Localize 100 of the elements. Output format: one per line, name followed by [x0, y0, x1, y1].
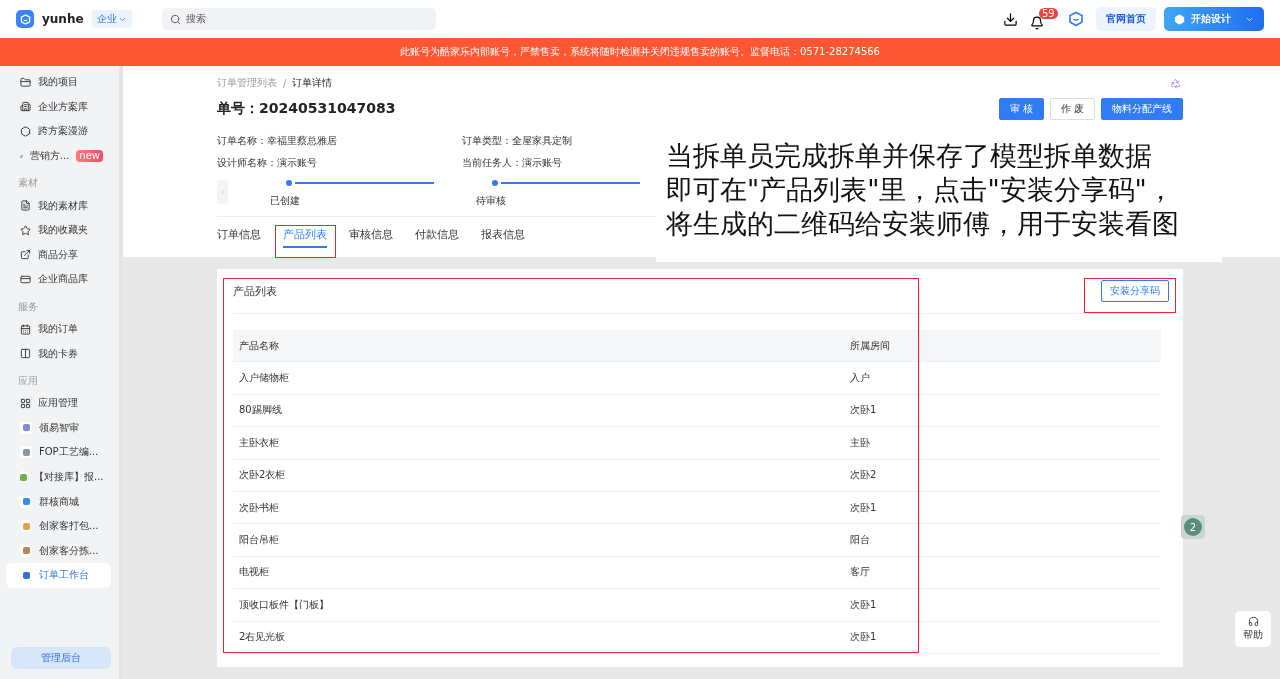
search-field[interactable]: 搜索: [161, 8, 436, 30]
step-label: 已创建: [270, 194, 300, 208]
table-cell-text: 客厅: [849, 565, 871, 580]
notification-count: 59: [1039, 8, 1058, 19]
share-code-button[interactable]: 安装分享码: [1101, 280, 1169, 302]
tab[interactable]: 订单信息: [217, 227, 261, 248]
help-button[interactable]: 帮助: [1235, 611, 1271, 647]
admin-button[interactable]: 管理后台: [11, 647, 111, 669]
tab[interactable]: 报表信息: [481, 227, 525, 248]
table-cell-text: 80踢脚线: [238, 403, 283, 418]
sidebar-item[interactable]: 商品分享: [6, 242, 111, 268]
nav-icon: [20, 273, 31, 285]
section-title: 服务: [17, 299, 39, 314]
headset-icon: [1247, 616, 1259, 627]
sidebar-item[interactable]: 我的项目: [6, 70, 111, 95]
breadcrumb-link[interactable]: 订单详情: [292, 76, 333, 90]
table-cell-text: 入户: [849, 371, 871, 386]
highlight-frame: [275, 225, 336, 258]
step-dot: [492, 180, 498, 186]
brand-name: yunhe: [42, 12, 84, 26]
org-switch[interactable]: 企业: [91, 10, 132, 28]
tab[interactable]: 审核信息: [349, 227, 393, 248]
sidebar-item[interactable]: 我的素材库: [6, 193, 111, 218]
app-icon: [20, 495, 32, 508]
sidebar-item[interactable]: 应用管理: [6, 390, 111, 416]
logo-icon: [16, 10, 34, 28]
table-cell-text: 主卧: [849, 435, 871, 450]
table-cell-text: 次卧2衣柜: [238, 468, 287, 483]
homepage-link[interactable]: 官网首页: [1096, 7, 1156, 31]
breadcrumb-separator: /: [283, 77, 287, 89]
callout-line: 将生成的二维码给安装师傅，用于安装看图: [666, 207, 1180, 241]
table-cell-text: 阳台: [849, 533, 871, 548]
table-cell-text: 顶收口板件【门板】: [238, 597, 330, 612]
column-header: 所属房间: [849, 338, 891, 353]
search-icon: [169, 13, 181, 25]
start-design-button[interactable]: 开始设计: [1164, 7, 1264, 31]
sidebar-item[interactable]: 群核商城: [6, 489, 111, 514]
nav-icon: [20, 323, 31, 335]
callout-line: 当拆单员完成拆单并保存了模型拆单数据: [666, 139, 1153, 173]
info-field: 设计师名称：演示账号: [217, 156, 317, 170]
sidebar-item[interactable]: 订单工作台: [6, 563, 111, 588]
table-cell-text: 主卧衣柜: [238, 435, 280, 450]
app-icon: [20, 569, 32, 582]
sidebar-item[interactable]: FOP工艺编...: [6, 440, 111, 465]
step-dot: [286, 180, 292, 186]
table-cell-text: 次卧1: [849, 630, 878, 645]
tab[interactable]: 付款信息: [415, 227, 459, 248]
table-cell-text: 入户储物柜: [238, 371, 290, 386]
callout-line: 即可在"产品列表"里，点击"安装分享码"，: [666, 173, 1175, 207]
nav-icon: [20, 126, 31, 137]
sidebar-item[interactable]: 创家客分拣...: [6, 538, 111, 564]
tab[interactable]: 产品列表: [283, 227, 327, 248]
sidebar-item[interactable]: 我的收藏夹: [6, 217, 111, 243]
nav-icon: [20, 397, 31, 409]
action-button[interactable]: 审 核: [998, 98, 1044, 120]
table-cell-text: 次卧书柜: [238, 500, 280, 515]
table-cell-text: 电视柜: [238, 565, 270, 580]
warning-banner: 此账号为酷家乐内部账号，严禁售卖，系统将随时检测并关闭违规售卖的账号。监督电话：0571-28274566: [0, 38, 1280, 66]
action-button[interactable]: 作 废: [1049, 98, 1095, 120]
app-icon: [20, 520, 32, 533]
app-icon: [20, 471, 27, 483]
app-icon: [20, 421, 32, 434]
info-field: 订单类型：全屋家具定制: [462, 134, 572, 148]
order-number: 单号：20240531047083: [217, 100, 396, 118]
table-cell-text: 2右见光板: [238, 630, 287, 645]
nav-icon: [20, 200, 31, 212]
nav-icon: [20, 76, 31, 88]
table-cell-text: 次卧1: [849, 500, 878, 515]
section-title: 素材: [17, 176, 39, 191]
sidebar-item[interactable]: 我的卡券: [6, 341, 111, 366]
sidebar-item[interactable]: 营销方... new: [6, 143, 111, 169]
shield-icon[interactable]: [1068, 11, 1084, 27]
floating-badge[interactable]: 2: [1181, 515, 1205, 539]
nav-icon: [20, 101, 31, 113]
hexagon-icon: [1174, 13, 1185, 25]
download-icon[interactable]: [1003, 11, 1018, 27]
recycle-icon[interactable]: [1170, 77, 1181, 89]
nav-icon: [20, 348, 31, 360]
sidebar-item[interactable]: 企业方案库: [6, 94, 111, 120]
nav-icon: [20, 249, 31, 261]
new-badge: new: [76, 150, 103, 163]
app-icon: [20, 446, 32, 459]
table-cell-text: 次卧1: [849, 597, 878, 612]
step-label: 待审核: [476, 194, 506, 208]
sidebar-item[interactable]: 创家客打包...: [6, 513, 111, 539]
table-cell-text: 次卧2: [849, 468, 878, 483]
sidebar-item[interactable]: 企业商品库: [6, 267, 111, 292]
table-cell-text: 阳台吊柜: [238, 533, 280, 548]
card-title: 产品列表: [233, 283, 277, 299]
sidebar-item[interactable]: 跨方案漫游: [6, 119, 111, 144]
sidebar-item[interactable]: 领易智审: [6, 415, 111, 441]
bell-icon[interactable]: [1030, 16, 1044, 30]
sidebar-item[interactable]: 我的订单: [6, 316, 111, 342]
sidebar-item[interactable]: 【对接库】报...: [6, 464, 111, 490]
column-header: 产品名称: [238, 338, 280, 353]
nav-icon: [20, 224, 31, 236]
app-icon: [20, 544, 32, 557]
section-title: 应用: [17, 373, 39, 388]
action-button[interactable]: 物料分配产线: [1101, 98, 1183, 120]
info-field: 当前任务人：演示账号: [462, 156, 562, 170]
